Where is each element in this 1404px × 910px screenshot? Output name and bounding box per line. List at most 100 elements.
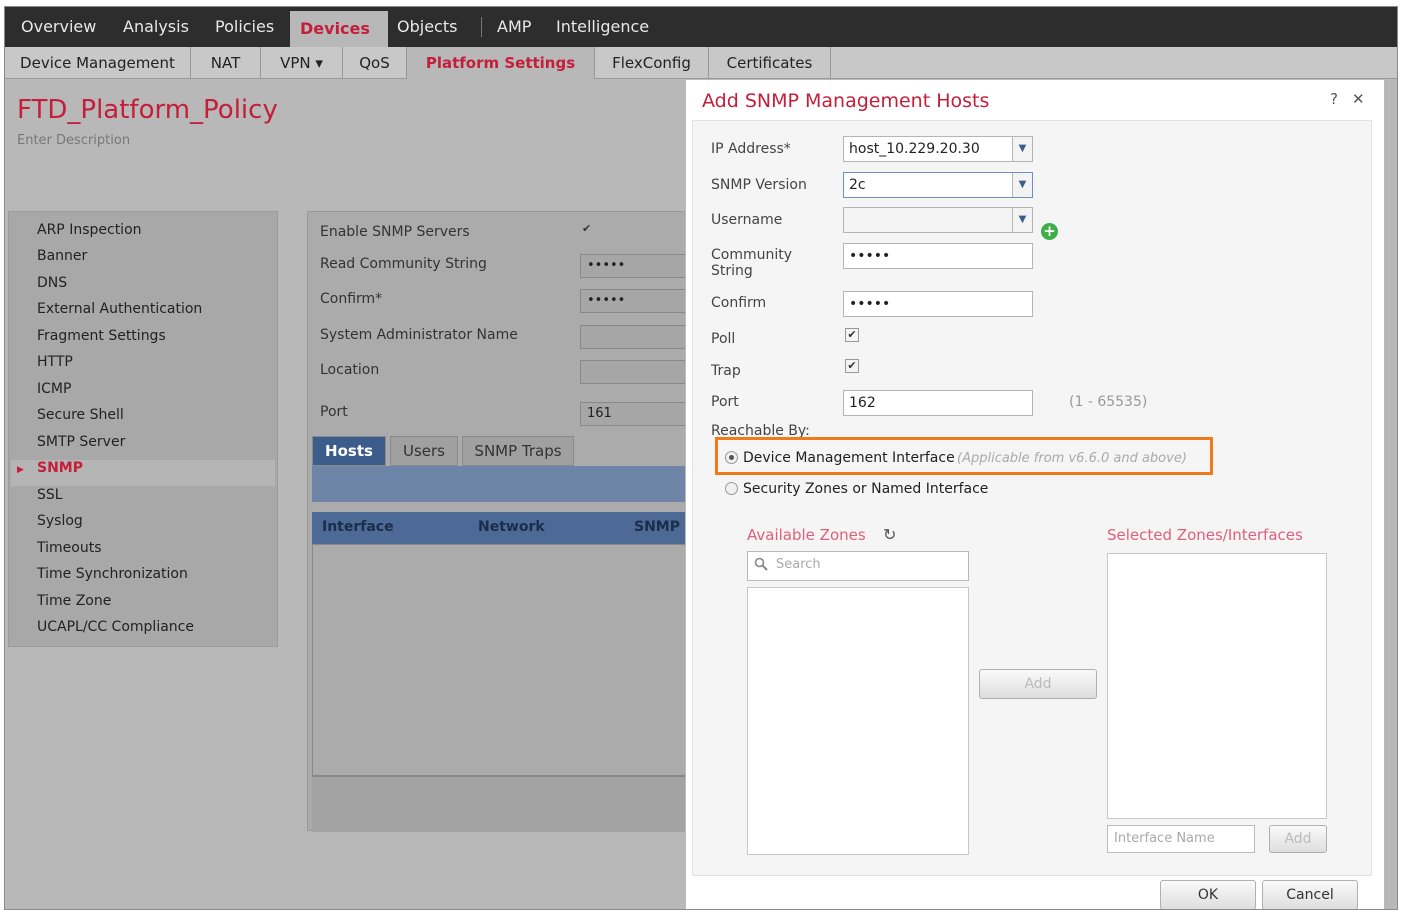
app-window: Overview Analysis Policies Devices Objec… <box>4 6 1398 910</box>
trap-label: Trap <box>711 363 741 379</box>
policy-title: FTD_Platform_Policy <box>17 95 278 125</box>
selected-zones-label: Selected Zones/Interfaces <box>1107 526 1303 544</box>
sysadmin-input[interactable] <box>580 325 700 349</box>
sidebar-item-syslog[interactable]: Syslog <box>37 513 83 529</box>
nav-amp[interactable]: AMP <box>497 17 531 36</box>
tab-snmp-traps[interactable]: SNMP Traps <box>462 436 574 466</box>
policy-description[interactable]: Enter Description <box>17 133 130 148</box>
tab-users[interactable]: Users <box>390 436 458 466</box>
read-community-label: Read Community String <box>320 256 487 272</box>
snmp-settings-panel: Enable SNMP Servers ✔ Read Community Str… <box>307 211 700 832</box>
sidebar-item-ucapl-cc-compliance[interactable]: UCAPL/CC Compliance <box>37 619 194 635</box>
device-management-interface-radio[interactable] <box>725 451 738 464</box>
zone-search-input[interactable]: Search <box>747 551 969 581</box>
enable-snmp-label: Enable SNMP Servers <box>320 224 470 240</box>
community-string-label-line1: Community <box>711 247 793 263</box>
port-input[interactable]: 162 <box>843 390 1033 416</box>
sidebar-item-time-synchronization[interactable]: Time Synchronization <box>37 566 188 582</box>
sidebar-item-smtp-server[interactable]: SMTP Server <box>37 434 125 450</box>
tab-nat[interactable]: NAT <box>191 47 261 79</box>
location-input[interactable] <box>580 360 700 384</box>
security-zones-label[interactable]: Security Zones or Named Interface <box>743 481 988 497</box>
sidebar-item-fragment-settings[interactable]: Fragment Settings <box>37 328 166 344</box>
username-select[interactable]: ▼ <box>843 207 1033 233</box>
port-input[interactable]: 161 <box>580 402 700 426</box>
sidebar-item-ssl[interactable]: SSL <box>37 487 63 503</box>
sidebar-item-time-zone[interactable]: Time Zone <box>37 593 111 609</box>
ip-address-value: host_10.229.20.30 <box>849 141 980 157</box>
ok-button[interactable]: OK <box>1160 880 1256 909</box>
nav-devices[interactable]: Devices <box>290 11 388 47</box>
add-snmp-host-dialog: Add SNMP Management Hosts ? ✕ IP Address… <box>685 79 1385 909</box>
chevron-down-icon[interactable]: ▼ <box>1012 208 1032 232</box>
enable-snmp-checkbox[interactable]: ✔ <box>582 222 595 235</box>
trap-checkbox[interactable]: ✔ <box>845 359 859 373</box>
column-network[interactable]: Network <box>478 519 545 535</box>
security-zones-radio[interactable] <box>725 482 738 495</box>
caret-right-icon: ▶ <box>17 465 24 475</box>
sidebar-item-icmp[interactable]: ICMP <box>37 381 71 397</box>
confirm-label: Confirm* <box>320 291 383 307</box>
nav-divider <box>481 17 482 37</box>
poll-label: Poll <box>711 331 736 347</box>
tab-platform-settings[interactable]: Platform Settings <box>407 47 595 79</box>
nav-analysis[interactable]: Analysis <box>123 17 189 36</box>
snmp-version-select[interactable]: 2c ▼ <box>843 172 1033 198</box>
nav-policies[interactable]: Policies <box>215 17 274 36</box>
add-interface-button[interactable]: Add <box>1269 825 1327 853</box>
dialog-body: IP Address* host_10.229.20.30 ▼ + SNMP V… <box>692 120 1372 876</box>
confirm-label: Confirm <box>711 295 767 311</box>
sidebar-item-secure-shell[interactable]: Secure Shell <box>37 407 124 423</box>
tab-qos[interactable]: QoS <box>343 47 407 79</box>
location-label: Location <box>320 362 380 378</box>
chevron-down-icon[interactable]: ▼ <box>1012 137 1032 161</box>
poll-checkbox[interactable]: ✔ <box>845 328 859 342</box>
refresh-icon[interactable]: ↻ <box>883 525 896 544</box>
sysadmin-label: System Administrator Name <box>320 327 518 343</box>
ip-address-label: IP Address* <box>711 141 791 157</box>
add-zone-button[interactable]: Add <box>979 669 1097 699</box>
port-range-hint: (1 - 65535) <box>1069 394 1148 410</box>
cancel-button[interactable]: Cancel <box>1262 880 1358 909</box>
interface-name-input[interactable]: Interface Name <box>1107 825 1255 853</box>
add-network-object-icon[interactable]: + <box>1041 223 1058 240</box>
help-icon[interactable]: ? <box>1330 90 1338 108</box>
sidebar-item-timeouts[interactable]: Timeouts <box>37 540 101 556</box>
sub-navigation: Device Management NAT VPN ▾ QoS Platform… <box>5 47 1397 79</box>
device-management-interface-label[interactable]: Device Management Interface <box>743 450 955 466</box>
nav-overview[interactable]: Overview <box>21 17 96 36</box>
sidebar-item-http[interactable]: HTTP <box>37 354 73 370</box>
sidebar-item-dns[interactable]: DNS <box>37 275 67 291</box>
sidebar-item-banner[interactable]: Banner <box>37 248 87 264</box>
confirm-input[interactable]: ••••• <box>843 291 1033 317</box>
port-label: Port <box>320 404 348 420</box>
snmp-version-label: SNMP Version <box>711 177 807 193</box>
confirm-input[interactable]: ••••• <box>580 289 700 313</box>
tab-hosts[interactable]: Hosts <box>312 436 386 466</box>
available-zones-list[interactable] <box>747 587 969 855</box>
search-icon <box>754 557 768 571</box>
ip-address-select[interactable]: host_10.229.20.30 ▼ <box>843 136 1033 162</box>
hosts-table-header: Interface Network SNMP ' <box>312 512 692 544</box>
available-zones-label: Available Zones <box>747 526 866 544</box>
tab-device-management[interactable]: Device Management <box>5 47 191 79</box>
column-snmp[interactable]: SNMP ' <box>634 519 689 535</box>
settings-sidebar: ARP Inspection Banner DNS External Authe… <box>8 211 278 647</box>
community-string-label-line2: String <box>711 263 753 279</box>
port-label: Port <box>711 394 739 410</box>
selected-zones-list[interactable] <box>1107 553 1327 819</box>
sidebar-item-arp-inspection[interactable]: ARP Inspection <box>37 222 142 238</box>
nav-intelligence[interactable]: Intelligence <box>556 17 649 36</box>
close-icon[interactable]: ✕ <box>1352 90 1365 108</box>
tab-flexconfig[interactable]: FlexConfig <box>595 47 709 79</box>
read-community-input[interactable]: ••••• <box>580 254 700 278</box>
sidebar-item-external-authentication[interactable]: External Authentication <box>37 301 202 317</box>
chevron-down-icon[interactable]: ▼ <box>1012 173 1032 197</box>
tab-certificates[interactable]: Certificates <box>709 47 831 79</box>
tab-vpn[interactable]: VPN ▾ <box>261 47 343 79</box>
sidebar-item-snmp[interactable]: SNMP <box>37 460 83 476</box>
nav-objects[interactable]: Objects <box>397 17 457 36</box>
hosts-toolbar <box>312 466 692 502</box>
community-string-input[interactable]: ••••• <box>843 243 1033 269</box>
column-interface[interactable]: Interface <box>322 519 394 535</box>
